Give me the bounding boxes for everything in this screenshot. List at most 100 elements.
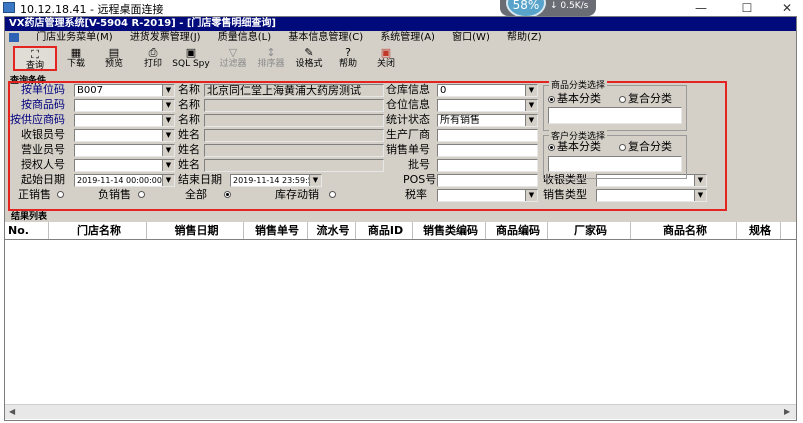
close-button[interactable]: ▣ 关闭: [371, 46, 401, 71]
end-date-picker[interactable]: 2019-11-14 23:59:59 ▼: [230, 174, 322, 187]
print-button[interactable]: ⎙ 打印: [138, 46, 168, 71]
supplier-code-select[interactable]: ▼: [74, 114, 175, 127]
chevron-down-icon[interactable]: ▼: [162, 85, 174, 96]
format-button-label: 设格式: [295, 59, 323, 69]
chevron-down-icon[interactable]: ▼: [162, 145, 174, 156]
close-window-button[interactable]: ✕: [776, 0, 798, 16]
chevron-down-icon[interactable]: ▼: [162, 175, 174, 186]
radio-normal-sales[interactable]: [57, 191, 64, 198]
customer-class-basic-label: 基本分类: [557, 140, 601, 153]
desktop-edge: [797, 16, 803, 423]
column-sales-date[interactable]: 销售日期: [147, 222, 244, 239]
chevron-down-icon[interactable]: ▼: [694, 190, 706, 201]
column-product-id[interactable]: 商品ID: [356, 222, 413, 239]
sales-type-label: 销售类型: [543, 188, 587, 201]
column-sales-no[interactable]: 销售单号: [244, 222, 308, 239]
chevron-down-icon[interactable]: ▼: [162, 100, 174, 111]
close-button-label: 关闭: [376, 59, 395, 69]
radio-stock-movement-label: 库存动销: [275, 188, 319, 201]
product-code-label[interactable]: 按商品码: [21, 98, 65, 112]
batch-input[interactable]: [437, 159, 538, 172]
filter-button[interactable]: ▽ 过滤器: [215, 46, 251, 71]
sort-button[interactable]: ↕ 排序器: [253, 46, 289, 71]
supplier-code-label[interactable]: 按供应商码: [10, 113, 65, 127]
scroll-right-icon[interactable]: ▶: [784, 407, 790, 416]
chevron-down-icon[interactable]: ▼: [694, 175, 706, 186]
customer-class-compound-label: 复合分类: [628, 140, 672, 153]
sales-no-input[interactable]: [437, 144, 538, 157]
network-meter-speed: ↓ 0.5K/s: [550, 1, 589, 11]
chevron-down-icon[interactable]: ▼: [309, 175, 321, 186]
location-select[interactable]: ▼: [437, 99, 538, 112]
horizontal-scrollbar[interactable]: ◀ ▶: [5, 404, 796, 419]
customer-class-input[interactable]: [548, 156, 682, 172]
tax-rate-select[interactable]: ▼: [437, 189, 538, 202]
column-manufacturer-code[interactable]: 厂家码: [548, 222, 631, 239]
sales-type-select[interactable]: ▼: [596, 189, 707, 202]
product-name-field: [204, 99, 384, 112]
start-date-picker[interactable]: 2019-11-14 00:00:00 ▼: [74, 174, 175, 187]
warehouse-label: 仓库信息: [386, 83, 430, 96]
sql-spy-button[interactable]: ▣ SQL Spy: [171, 46, 211, 71]
column-serial-no[interactable]: 流水号: [308, 222, 356, 239]
menu-quality-info[interactable]: 质量信息(L): [218, 31, 271, 45]
pos-label: POS号: [403, 173, 437, 186]
start-date-label: 起始日期: [21, 173, 65, 186]
customer-class-compound-radio[interactable]: [619, 144, 626, 151]
stat-state-value: 所有销售: [440, 115, 480, 126]
column-no[interactable]: No.: [5, 222, 49, 239]
menu-store-business[interactable]: 门店业务菜单(M): [36, 31, 112, 45]
menu-purchase-invoice[interactable]: 进货发票管理(J): [130, 31, 201, 45]
pos-input[interactable]: [437, 174, 538, 187]
format-icon: ✎: [304, 46, 314, 59]
app-menu-icon[interactable]: [9, 33, 19, 42]
stat-state-select[interactable]: 所有销售 ▼: [437, 114, 538, 127]
unit-code-select[interactable]: B007 ▼: [74, 84, 175, 97]
toolbar: ⛶ 查询 ▦ 下载 ▤ 预览 ⎙ 打印 ▣ SQL Spy ▽ 过滤器 ↕ 排序…: [5, 45, 796, 73]
scroll-left-icon[interactable]: ◀: [9, 407, 15, 416]
authorizer-select[interactable]: ▼: [74, 159, 175, 172]
chevron-down-icon[interactable]: ▼: [162, 160, 174, 171]
product-class-compound-radio[interactable]: [619, 96, 626, 103]
menu-window[interactable]: 窗口(W): [452, 31, 490, 45]
chevron-down-icon[interactable]: ▼: [525, 115, 537, 126]
menu-help[interactable]: 帮助(Z): [507, 31, 542, 45]
tax-rate-label: 税率: [405, 188, 427, 201]
unit-code-label[interactable]: 按单位码: [21, 83, 65, 97]
chevron-down-icon[interactable]: ▼: [162, 115, 174, 126]
radio-all[interactable]: [224, 191, 231, 198]
cashier-name-field: [204, 129, 384, 142]
column-product-name[interactable]: 商品名称: [631, 222, 737, 239]
location-label: 仓位信息: [386, 98, 430, 111]
column-store-name[interactable]: 门店名称: [49, 222, 147, 239]
preview-button[interactable]: ▤ 预览: [99, 46, 129, 71]
chevron-down-icon[interactable]: ▼: [525, 190, 537, 201]
customer-class-basic-radio[interactable]: [548, 144, 555, 151]
query-button[interactable]: ⛶ 查询: [13, 46, 57, 71]
format-button[interactable]: ✎ 设格式: [291, 46, 327, 71]
menu-system-admin[interactable]: 系统管理(A): [380, 31, 435, 45]
product-class-input[interactable]: [548, 107, 682, 124]
minimize-button[interactable]: —: [690, 0, 712, 16]
chevron-down-icon[interactable]: ▼: [162, 130, 174, 141]
column-spec[interactable]: 规格: [737, 222, 781, 239]
remote-desktop-title: 10.12.18.41 - 远程桌面连接: [20, 3, 164, 16]
download-button[interactable]: ▦ 下载: [61, 46, 91, 71]
chevron-down-icon[interactable]: ▼: [525, 85, 537, 96]
menu-basic-info[interactable]: 基本信息管理(C): [288, 31, 363, 45]
radio-negative-sales[interactable]: [138, 191, 145, 198]
name-label-5: 姓名: [178, 143, 200, 156]
warehouse-select[interactable]: 0 ▼: [437, 84, 538, 97]
column-sales-category-code[interactable]: 销售类编码: [413, 222, 486, 239]
preview-icon: ▤: [108, 46, 120, 59]
product-code-select[interactable]: ▼: [74, 99, 175, 112]
help-button[interactable]: ? 帮助: [333, 46, 363, 71]
product-class-basic-radio[interactable]: [548, 96, 555, 103]
maximize-button[interactable]: ☐: [736, 0, 758, 16]
column-product-code[interactable]: 商品编码: [486, 222, 548, 239]
manufacturer-input[interactable]: [437, 129, 538, 142]
clerk-select[interactable]: ▼: [74, 144, 175, 157]
radio-stock-movement[interactable]: [329, 191, 336, 198]
chevron-down-icon[interactable]: ▼: [525, 100, 537, 111]
cashier-select[interactable]: ▼: [74, 129, 175, 142]
